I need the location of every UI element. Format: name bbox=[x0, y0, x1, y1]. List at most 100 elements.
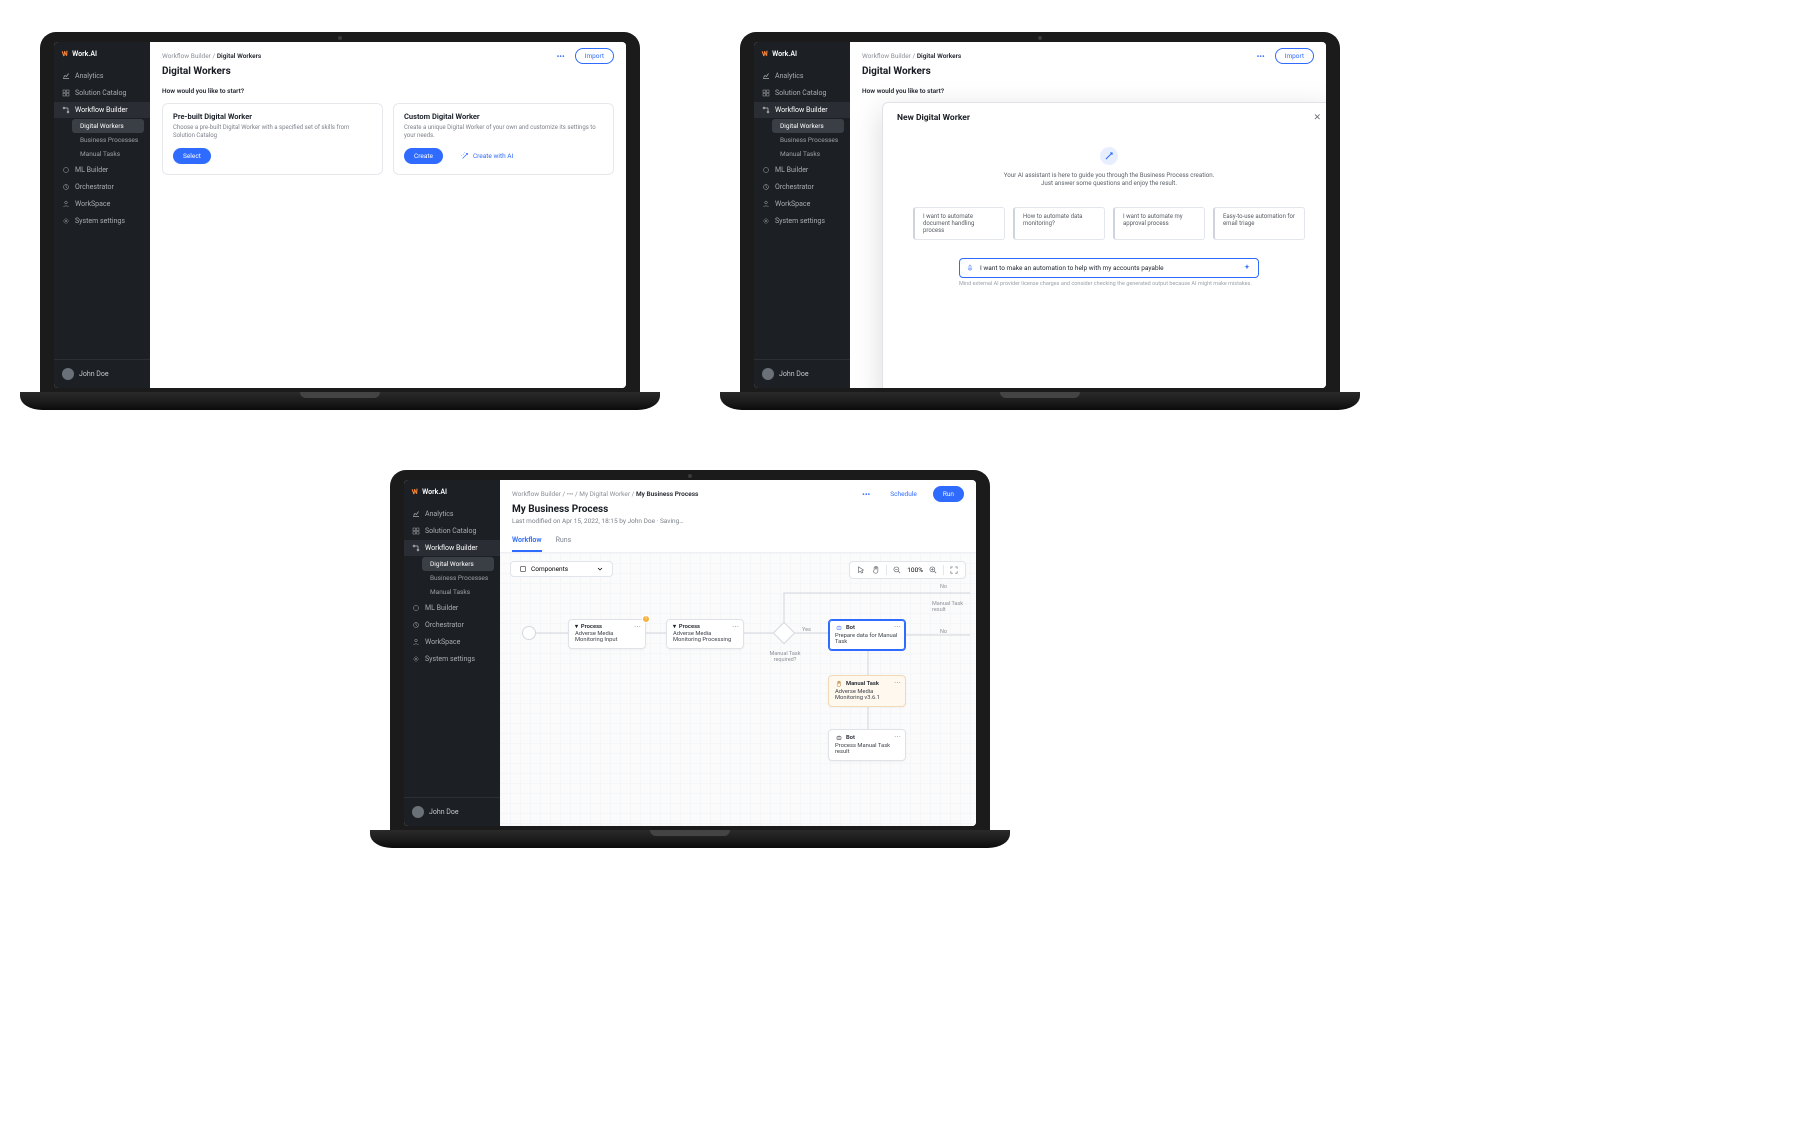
workflow-canvas[interactable]: Components 100% bbox=[500, 553, 976, 826]
sidebar-item-workflow-builder[interactable]: Workflow Builder bbox=[754, 102, 850, 118]
hand-tool-icon[interactable] bbox=[871, 565, 881, 575]
sidebar-item-solution-catalog[interactable]: Solution Catalog bbox=[54, 85, 150, 101]
node-menu-icon[interactable]: ⋯ bbox=[634, 623, 641, 631]
main: Workflow Builder / Digital Workers ••• I… bbox=[150, 42, 626, 388]
sidebar-item-orchestrator[interactable]: Orchestrator bbox=[54, 179, 150, 195]
sidebar-sub-manual-tasks[interactable]: Manual Tasks bbox=[772, 147, 850, 161]
breadcrumb-link[interactable]: Workflow Builder bbox=[162, 52, 211, 60]
section-question: How would you like to start? bbox=[150, 83, 626, 97]
breadcrumb-link[interactable]: Workflow Builder bbox=[512, 490, 561, 498]
breadcrumb-link[interactable]: My Digital Worker bbox=[579, 490, 630, 498]
close-icon[interactable]: ✕ bbox=[1313, 113, 1321, 123]
puzzle-icon bbox=[519, 565, 527, 573]
fullscreen-icon[interactable] bbox=[949, 565, 959, 575]
more-menu-button[interactable]: ••• bbox=[553, 52, 569, 61]
ai-prompt-input[interactable] bbox=[980, 264, 1236, 272]
sidebar-item-system-settings[interactable]: System settings bbox=[54, 213, 150, 229]
run-button[interactable]: Run bbox=[933, 486, 964, 502]
more-menu-button[interactable]: ••• bbox=[1253, 52, 1269, 61]
schedule-button[interactable]: Schedule bbox=[880, 486, 927, 502]
components-dropdown[interactable]: Components bbox=[510, 561, 613, 577]
sidebar-user[interactable]: John Doe bbox=[404, 797, 500, 826]
sidebar-item-label: Business Processes bbox=[430, 574, 488, 582]
chip[interactable]: Easy-to-use automation for email triage bbox=[1213, 207, 1305, 240]
sidebar-item-solution-catalog[interactable]: Solution Catalog bbox=[754, 85, 850, 101]
breadcrumb-link[interactable]: Workflow Builder bbox=[862, 52, 911, 60]
more-menu-button[interactable]: ••• bbox=[858, 490, 874, 499]
sidebar-item-workspace[interactable]: WorkSpace bbox=[404, 634, 500, 650]
sidebar-sub-digital-workers[interactable]: Digital Workers bbox=[422, 557, 494, 571]
sidebar-sub-digital-workers[interactable]: Digital Workers bbox=[72, 119, 144, 133]
sidebar-item-label: System settings bbox=[775, 217, 825, 225]
sidebar-item-label: Digital Workers bbox=[780, 122, 824, 130]
sidebar-sub-manual-tasks[interactable]: Manual Tasks bbox=[72, 147, 150, 161]
cursor-tool-icon[interactable] bbox=[856, 565, 866, 575]
sidebar-item-solution-catalog[interactable]: Solution Catalog bbox=[404, 523, 500, 539]
sidebar-item-ml-builder[interactable]: ML Builder bbox=[54, 162, 150, 178]
card-desc: Choose a pre-built Digital Worker with a… bbox=[173, 124, 372, 140]
tab-runs[interactable]: Runs bbox=[556, 531, 572, 552]
sidebar-item-analytics[interactable]: Analytics bbox=[754, 68, 850, 84]
node-menu-icon[interactable]: ⋯ bbox=[894, 733, 901, 741]
create-with-ai-button[interactable]: Create with AI bbox=[451, 148, 523, 164]
tabs: Workflow Runs bbox=[500, 531, 976, 553]
zoom-out-icon[interactable] bbox=[892, 565, 902, 575]
sidebar-item-label: Analytics bbox=[425, 510, 454, 518]
sidebar-item-label: Workflow Builder bbox=[75, 106, 128, 114]
node-process-input[interactable]: ⋯ ! ▾Process Adverse Media Monitoring In… bbox=[568, 619, 646, 649]
mic-icon[interactable] bbox=[966, 264, 974, 272]
sidebar-item-ml-builder[interactable]: ML Builder bbox=[404, 600, 500, 616]
node-manual-task[interactable]: ⋯ Manual Task Adverse Media Monitoring v… bbox=[828, 675, 906, 707]
sidebar-item-ml-builder[interactable]: ML Builder bbox=[754, 162, 850, 178]
sidebar-item-workspace[interactable]: WorkSpace bbox=[754, 196, 850, 212]
sidebar-item-orchestrator[interactable]: Orchestrator bbox=[404, 617, 500, 633]
sidebar-subnav: Digital Workers Business Processes Manua… bbox=[54, 119, 150, 161]
sidebar-item-orchestrator[interactable]: Orchestrator bbox=[754, 179, 850, 195]
flow-icon bbox=[412, 544, 420, 552]
sidebar-item-system-settings[interactable]: System settings bbox=[404, 651, 500, 667]
node-bot-process-result[interactable]: ⋯ Bot Process Manual Task result bbox=[828, 729, 906, 761]
sidebar-item-workflow-builder[interactable]: Workflow Builder bbox=[404, 540, 500, 556]
sidebar-sub-business-processes[interactable]: Business Processes bbox=[72, 133, 150, 147]
sidebar-sub-business-processes[interactable]: Business Processes bbox=[422, 571, 500, 585]
sidebar-item-analytics[interactable]: Analytics bbox=[54, 68, 150, 84]
zoom-in-icon[interactable] bbox=[928, 565, 938, 575]
import-button[interactable]: Import bbox=[1275, 48, 1314, 64]
decision-node[interactable] bbox=[773, 622, 796, 645]
sidebar-sub-business-processes[interactable]: Business Processes bbox=[772, 133, 850, 147]
node-menu-icon[interactable]: ⋯ bbox=[894, 679, 901, 687]
sidebar-item-workflow-builder[interactable]: Workflow Builder bbox=[54, 102, 150, 118]
sidebar-item-system-settings[interactable]: System settings bbox=[754, 213, 850, 229]
chip[interactable]: I want to automate my approval process bbox=[1113, 207, 1205, 240]
chart-line-icon bbox=[412, 510, 420, 518]
node-menu-icon[interactable]: ⋯ bbox=[732, 623, 739, 631]
brand-mark-icon: W bbox=[61, 50, 68, 59]
generate-icon[interactable] bbox=[1242, 263, 1252, 273]
sidebar-item-label: Orchestrator bbox=[75, 183, 114, 191]
select-button[interactable]: Select bbox=[173, 148, 211, 164]
sidebar-user[interactable]: John Doe bbox=[754, 359, 850, 388]
tab-workflow[interactable]: Workflow bbox=[512, 531, 542, 552]
gear-icon bbox=[762, 217, 770, 225]
node-bot-prepare[interactable]: ⋯ Bot Prepare data for Manual Task bbox=[828, 619, 906, 651]
node-menu-icon[interactable]: ⋯ bbox=[894, 623, 901, 631]
page-title: My Business Process Last modified on Apr… bbox=[500, 504, 976, 531]
bot-icon bbox=[835, 624, 843, 632]
sidebar-item-workspace[interactable]: WorkSpace bbox=[54, 196, 150, 212]
sidebar-sub-manual-tasks[interactable]: Manual Tasks bbox=[422, 585, 500, 599]
brand-mark-icon: W bbox=[411, 488, 418, 497]
edge-label-no-end: No bbox=[940, 629, 947, 635]
sidebar-user[interactable]: John Doe bbox=[54, 359, 150, 388]
button-label: Create with AI bbox=[473, 152, 513, 160]
start-node[interactable] bbox=[522, 626, 536, 640]
laptop-screen-1: W Work.AI Analytics Solution Catalog Wor… bbox=[40, 32, 640, 410]
chip[interactable]: I want to automate document handling pro… bbox=[913, 207, 1005, 240]
sidebar-sub-digital-workers[interactable]: Digital Workers bbox=[772, 119, 844, 133]
sidebar-item-analytics[interactable]: Analytics bbox=[404, 506, 500, 522]
chip[interactable]: How to automate data monitoring? bbox=[1013, 207, 1105, 240]
create-button[interactable]: Create bbox=[404, 148, 443, 164]
import-button[interactable]: Import bbox=[575, 48, 614, 64]
node-process-processing[interactable]: ⋯ ▾Process Adverse Media Monitoring Proc… bbox=[666, 619, 744, 649]
sidebar-item-label: ML Builder bbox=[775, 166, 808, 174]
zoom-level: 100% bbox=[907, 566, 923, 574]
